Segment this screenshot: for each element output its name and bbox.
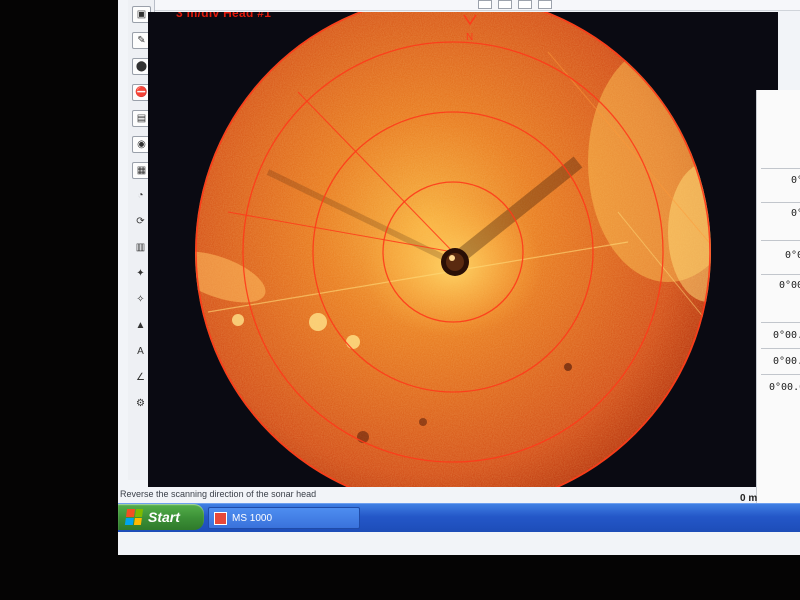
taskbar: Start MS 1000: [118, 503, 800, 532]
app-icon: [214, 511, 227, 525]
depth-label: 0°00.: [791, 208, 800, 219]
brush-icon[interactable]: ✧: [132, 292, 149, 307]
depth-label: 0°00.0: [769, 382, 800, 393]
mountain-icon[interactable]: ▲: [132, 318, 149, 333]
depth-label: 0°00.: [791, 175, 800, 186]
settings-icon[interactable]: ⚙: [132, 396, 149, 411]
center-transducer: [441, 248, 469, 276]
desktop-screen: ▣ ✎ ⬤ ⛔ ▤ ◉ ▦ ◔ ⟳ ▥ ✦ ✧ ▲ A ∠ ⚙ N 3 m/di…: [118, 0, 800, 555]
title-control-box[interactable]: [518, 0, 532, 9]
depth-label: 0°00.0: [773, 356, 800, 367]
status-bar: Reverse the scanning direction of the so…: [120, 489, 317, 499]
scale-label: 3 m/div Head #1: [176, 12, 272, 20]
title-control-box[interactable]: [478, 0, 492, 9]
layers-icon[interactable]: ▥: [132, 240, 149, 255]
depth-scale-panel: 0°00. 0°00. 0°00. 0°00.0 0°00.0 0°00.0 0…: [756, 90, 800, 510]
depth-label: 0°00.0: [773, 330, 800, 341]
pie-icon[interactable]: ◔: [132, 188, 149, 203]
refresh-icon[interactable]: ⟳: [132, 214, 149, 229]
text-icon[interactable]: A: [132, 344, 149, 359]
taskbar-button-label: MS 1000: [232, 512, 273, 524]
windows-logo-icon: [124, 509, 144, 525]
start-label: Start: [148, 509, 180, 525]
bulb-icon[interactable]: ✦: [132, 266, 149, 281]
start-button[interactable]: Start: [118, 504, 204, 530]
sonar-image[interactable]: N: [148, 12, 778, 487]
sonar-display[interactable]: N 3 m/div Head #1: [148, 12, 778, 487]
depth-label: 0°00.0: [779, 280, 800, 291]
window-title-edge: [148, 0, 800, 11]
angle-icon[interactable]: ∠: [132, 370, 149, 385]
heading-label: N: [466, 32, 473, 43]
title-control-box[interactable]: [538, 0, 552, 9]
taskbar-button-ms1000[interactable]: MS 1000: [208, 507, 360, 529]
depth-label: 0°00.: [785, 250, 800, 261]
title-control-box[interactable]: [498, 0, 512, 9]
